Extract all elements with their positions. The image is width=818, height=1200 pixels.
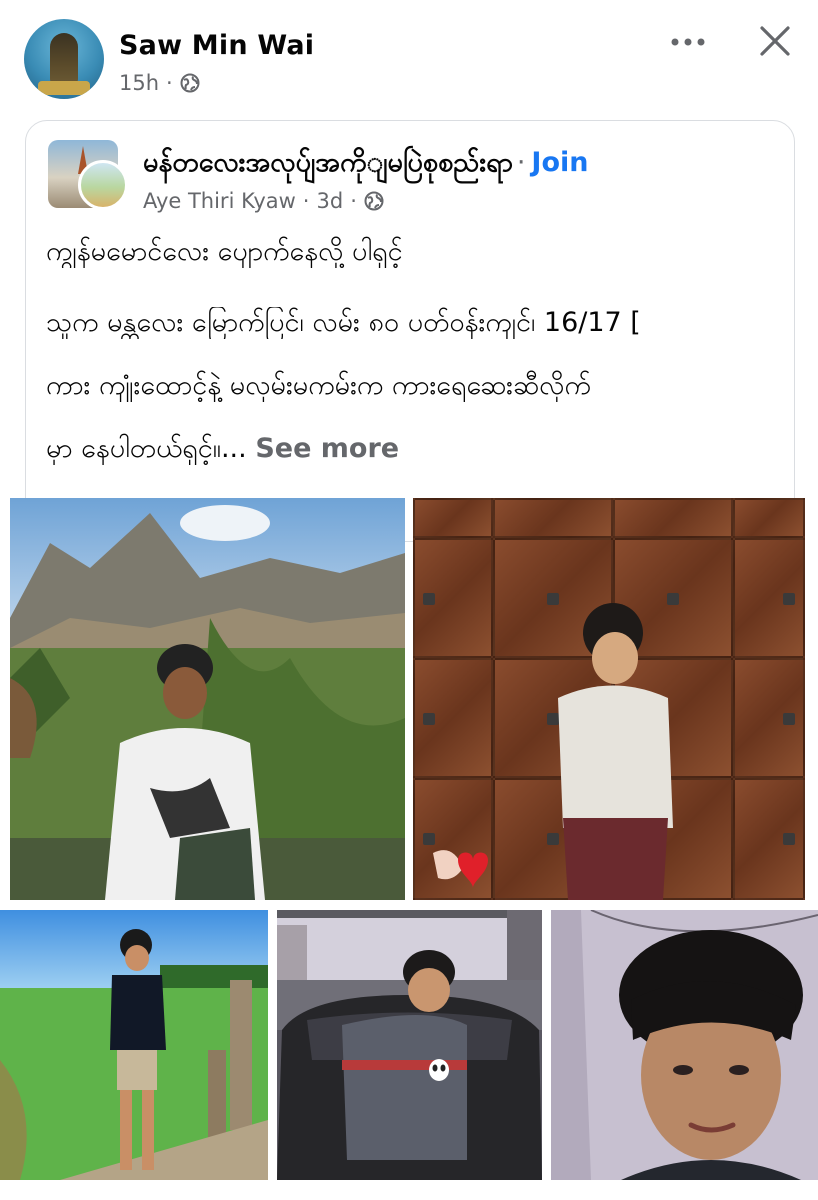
group-name[interactable]: မန်တလေးအလုပ်ျအကိုျမပြဲစုစည်းရာ xyxy=(143,147,513,178)
photo-boy-mountains[interactable] xyxy=(10,498,405,900)
globe-icon xyxy=(180,73,200,93)
shared-author[interactable]: Aye Thiri Kyaw xyxy=(143,189,296,213)
shared-dot-1: · xyxy=(302,189,310,213)
post-text-line: ကျွန်မမောင်လေး ပျောက်နေလို့ ပါရှင့် xyxy=(46,236,403,267)
meta-dot: · xyxy=(166,71,173,95)
group-avatar[interactable] xyxy=(48,140,128,212)
shared-dot-2: · xyxy=(350,189,357,213)
shared-meta: Aye Thiri Kyaw · 3d · xyxy=(143,189,384,213)
close-button[interactable] xyxy=(754,20,796,62)
post-header: Saw Min Wai 15h · xyxy=(0,0,818,112)
avatar-base xyxy=(38,81,90,95)
photo-boy-field[interactable] xyxy=(0,910,268,1180)
group-separator: · xyxy=(516,147,526,178)
post-time[interactable]: 15h xyxy=(119,71,159,95)
photo-boy-car[interactable] xyxy=(277,910,542,1180)
post-text-line: ကား ကျုံးထောင့်နဲ့ မလှမ်းမကမ်းက ကားရေဆေး… xyxy=(46,370,591,401)
more-horizontal-icon xyxy=(671,38,705,46)
photo-boy-selfie[interactable] xyxy=(551,910,818,1180)
shared-time[interactable]: 3d xyxy=(316,189,343,213)
see-more-link[interactable]: See more xyxy=(255,433,399,464)
group-member-avatar xyxy=(78,160,128,210)
photo-boy-wooden-door[interactable] xyxy=(413,498,805,900)
author-name[interactable]: Saw Min Wai xyxy=(119,30,314,61)
more-options-button[interactable] xyxy=(668,22,708,62)
post-text-last-line: မှာ နေပါတယ်ရှင့်။... See more xyxy=(46,433,786,465)
join-button[interactable]: Join xyxy=(531,147,588,178)
globe-icon xyxy=(364,191,384,211)
post-meta: 15h · xyxy=(119,71,200,95)
group-title-row: မန်တလေးအလုပ်ျအကိုျမပြဲစုစည်းရာ · Join xyxy=(143,145,589,185)
close-icon xyxy=(760,26,790,56)
post-text-line: သူက မန္တလေး မြောက်ပြင်၊ လမ်း ၈၀ ပတ်ဝန်းက… xyxy=(46,307,641,338)
author-avatar[interactable] xyxy=(24,19,104,99)
post-text-line: မှာ နေပါတယ်ရှင့်။... xyxy=(46,433,247,464)
avatar-statue xyxy=(50,33,78,85)
